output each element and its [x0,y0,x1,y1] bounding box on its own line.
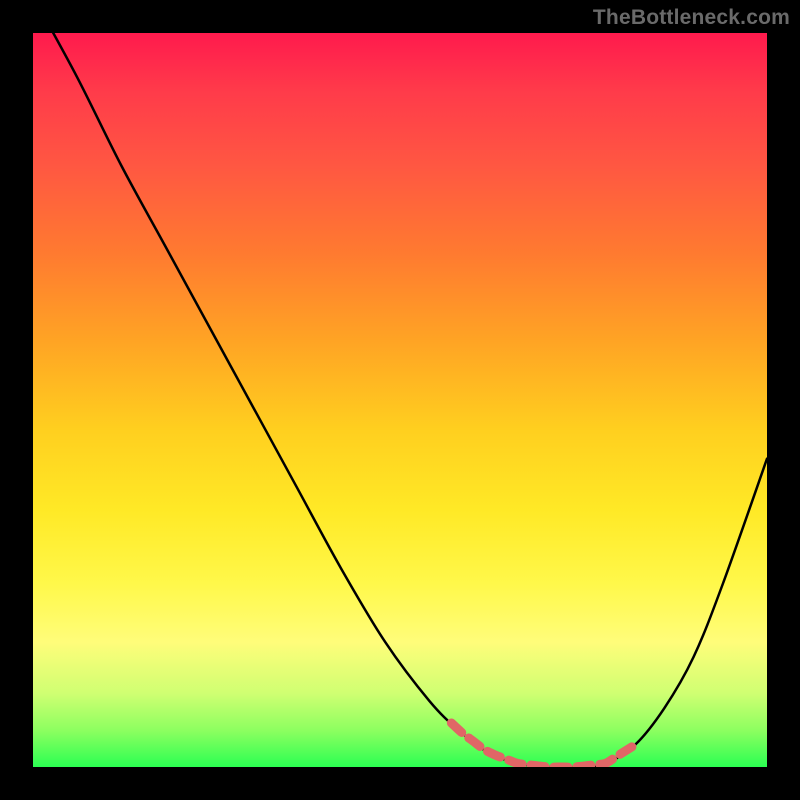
highlight-segment [451,723,635,767]
chart-container: TheBottleneck.com [0,0,800,800]
watermark-text: TheBottleneck.com [593,6,790,30]
bottleneck-curve [33,33,767,767]
chart-overlay-svg [33,33,767,767]
